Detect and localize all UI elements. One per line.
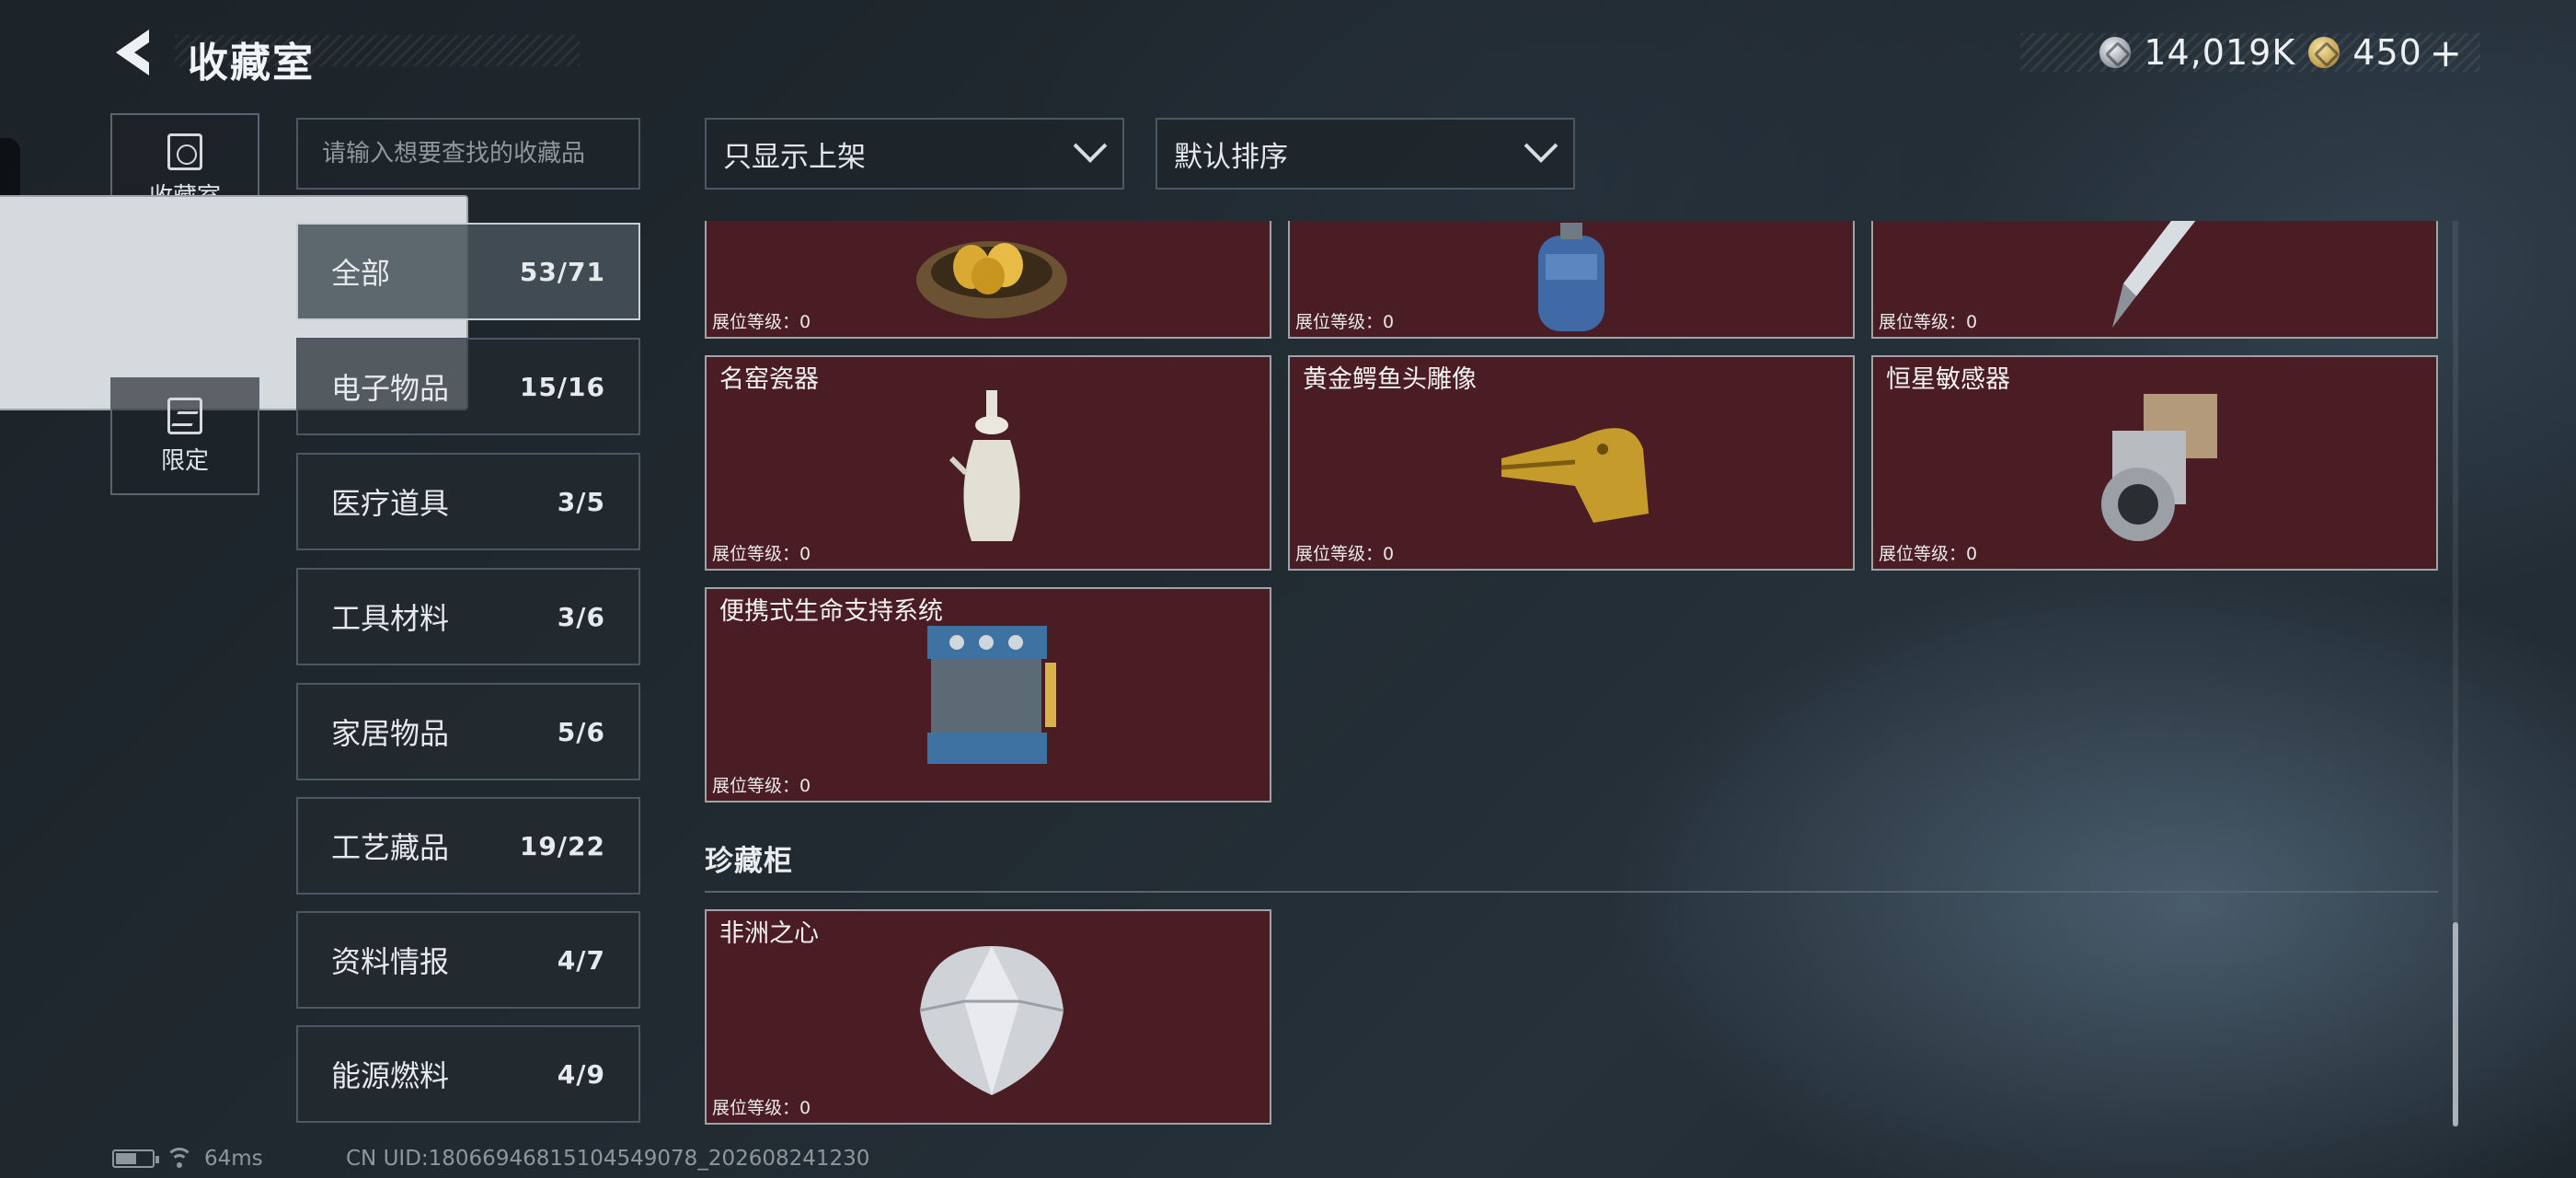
wifi-icon xyxy=(166,1148,193,1170)
subcategory-name: 能源燃料 xyxy=(331,1058,450,1093)
chevron-down-icon xyxy=(1524,129,1558,163)
item-name: 名窑瓷器 xyxy=(719,365,819,394)
subcategory-count: 4/9 xyxy=(557,1058,605,1090)
fountain-pen-icon xyxy=(2112,221,2196,328)
heart-of-africa-diamond-icon xyxy=(919,946,1064,1095)
section-divider xyxy=(705,891,2438,893)
item-name: 黄金鳄鱼头雕像 xyxy=(1303,365,1477,394)
uid-text: CN UID:18066946815104549078_202608241230 xyxy=(346,1147,870,1171)
treasure-section-title: 珍藏柜 xyxy=(705,845,793,878)
item-card[interactable]: 展位等级：0 xyxy=(1871,221,2438,339)
subcategory-count: 3/6 xyxy=(557,601,605,632)
item-card[interactable]: 便携式生命支持系统 展位等级：0 xyxy=(705,587,1271,803)
tab-label: 限定 xyxy=(160,446,209,475)
subcategory-medical[interactable]: 医疗道具 3/5 xyxy=(296,453,640,550)
item-level: 展位等级：0 xyxy=(712,1098,811,1118)
subcategory-electronics[interactable]: 电子物品 15/16 xyxy=(296,338,640,435)
item-level: 展位等级：0 xyxy=(1295,312,1395,332)
star-sensor-icon xyxy=(2101,394,2217,541)
item-level: 展位等级：0 xyxy=(712,312,811,332)
add-currency-button[interactable]: + xyxy=(2430,30,2462,75)
chevron-down-icon xyxy=(1073,129,1108,163)
subcategory-household[interactable]: 家居物品 5/6 xyxy=(296,683,640,780)
item-card[interactable]: 恒星敏感器 展位等级：0 xyxy=(1871,355,2438,571)
item-card[interactable]: 展位等级：0 xyxy=(1288,221,1855,339)
item-level: 展位等级：0 xyxy=(1295,544,1395,564)
ping-value: 64ms xyxy=(204,1147,263,1171)
back-arrow-icon xyxy=(116,29,149,75)
page-title: 收藏室 xyxy=(188,40,315,87)
golden-eggs-nest-icon xyxy=(916,241,1067,318)
subcategory-count: 3/5 xyxy=(557,486,605,517)
life-support-system-icon xyxy=(927,626,1056,764)
limited-special-icon xyxy=(167,397,202,434)
subcategory-name: 工具材料 xyxy=(331,601,450,636)
subcategory-name: 电子物品 xyxy=(331,371,450,406)
subcategory-count: 19/22 xyxy=(519,830,605,861)
item-level: 展位等级：0 xyxy=(1879,312,1978,332)
silver-coin-icon xyxy=(2099,37,2132,68)
sort-label: 默认排序 xyxy=(1174,140,1288,174)
subcategory-intel[interactable]: 资料情报 4/7 xyxy=(296,911,640,1009)
search-input[interactable] xyxy=(296,118,640,190)
currency-bar: 14,019K 450 + xyxy=(2020,30,2480,75)
title-bar: 收藏室 xyxy=(175,26,580,87)
show-filter-label: 只显示上架 xyxy=(723,140,866,174)
silver-currency-value: 14,019K xyxy=(2144,32,2296,73)
item-level: 展位等级：0 xyxy=(1879,544,1978,564)
item-card[interactable]: 展位等级：0 xyxy=(705,221,1271,339)
subcategory-name: 资料情报 xyxy=(331,944,450,979)
item-card[interactable]: 黄金鳄鱼头雕像 展位等级：0 xyxy=(1288,355,1855,571)
subcategory-all[interactable]: 全部 53/71 xyxy=(296,223,640,320)
golden-crocodile-head-icon xyxy=(1501,428,1649,523)
collection-grid: 展位等级：0 展位等级：0 展位等级：0 名窑瓷器 展位等级：0 黄金鳄鱼头雕像… xyxy=(705,221,2451,1132)
item-card[interactable]: 名窑瓷器 展位等级：0 xyxy=(705,355,1271,571)
item-name: 恒星敏感器 xyxy=(1886,365,2010,394)
subcategory-count: 53/71 xyxy=(519,256,605,287)
gold-coin-icon xyxy=(2308,37,2340,68)
subcategory-tools[interactable]: 工具材料 3/6 xyxy=(296,568,640,665)
sort-dropdown[interactable]: 默认排序 xyxy=(1156,118,1575,190)
subcategory-name: 全部 xyxy=(331,256,391,291)
item-level: 展位等级：0 xyxy=(712,544,811,564)
tab-regular[interactable]: 常规 xyxy=(0,194,468,410)
item-name: 便携式生命支持系统 xyxy=(719,597,943,626)
gold-currency-value: 450 xyxy=(2352,32,2422,73)
item-level: 展位等级：0 xyxy=(712,776,811,796)
subcategory-energy[interactable]: 能源燃料 4/9 xyxy=(296,1025,640,1123)
scrollbar-thumb[interactable] xyxy=(2453,922,2458,1126)
porcelain-vase-icon xyxy=(949,390,1020,541)
gas-canister-icon xyxy=(1538,223,1604,331)
subcategory-count: 5/6 xyxy=(557,716,605,747)
subcategory-crafts[interactable]: 工艺藏品 19/22 xyxy=(296,797,640,895)
collection-jar-icon xyxy=(167,133,202,170)
subcategory-name: 医疗道具 xyxy=(331,486,450,521)
subcategory-count: 4/7 xyxy=(557,944,605,976)
subcategory-count: 15/16 xyxy=(519,371,605,402)
battery-icon xyxy=(112,1149,159,1168)
subcategory-name: 工艺藏品 xyxy=(331,830,450,865)
tab-limited[interactable]: 限定 xyxy=(110,377,259,495)
uid-footer: CN UID:18066946815104549078_202608241230 xyxy=(346,1145,869,1172)
subcategory-name: 家居物品 xyxy=(331,716,450,751)
back-button[interactable] xyxy=(109,26,158,79)
item-name: 非洲之心 xyxy=(719,919,819,948)
status-footer: 64ms xyxy=(112,1145,263,1172)
show-filter-dropdown[interactable]: 只显示上架 xyxy=(705,118,1124,190)
item-card[interactable]: 非洲之心 展位等级：0 xyxy=(705,909,1271,1125)
